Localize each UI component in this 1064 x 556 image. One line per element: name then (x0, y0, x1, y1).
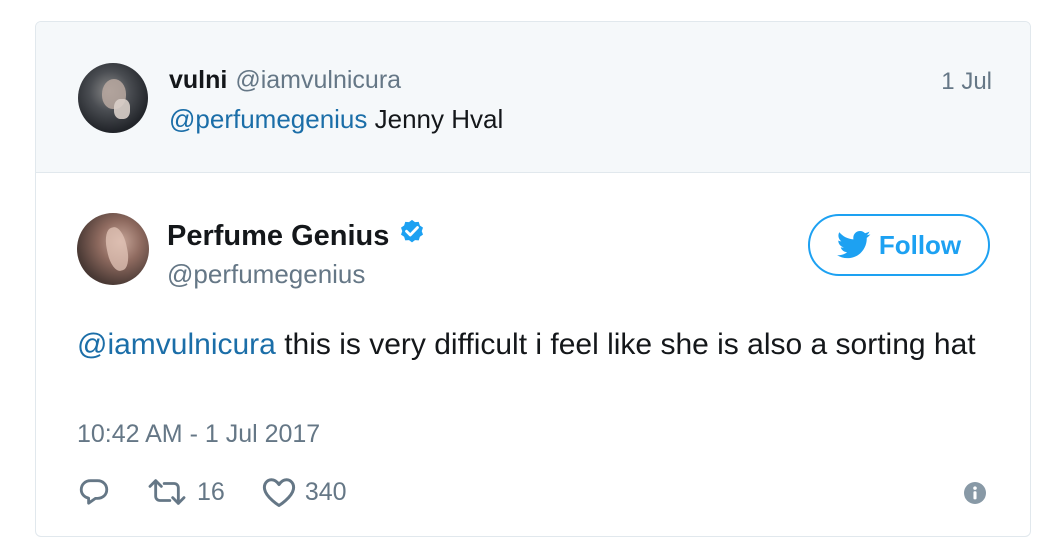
reply-icon (79, 479, 109, 505)
embedded-tweet-card: vulni @iamvulnicura 1 Jul @perfumegenius … (35, 21, 1031, 537)
like-button[interactable]: 340 (225, 475, 347, 509)
tweet-body: this is very difficult i feel like she i… (275, 328, 976, 361)
heart-icon (262, 478, 295, 507)
retweet-count: 16 (197, 477, 225, 506)
parent-tweet-text: @perfumegenius Jenny Hval (169, 104, 503, 135)
like-count: 340 (304, 477, 347, 506)
verified-badge-icon (401, 219, 424, 243)
follow-button[interactable]: Follow (808, 214, 990, 276)
follow-label: Follow (878, 229, 962, 260)
parent-tweet[interactable]: vulni @iamvulnicura 1 Jul @perfumegenius … (36, 22, 1030, 173)
parent-author[interactable]: vulni @iamvulnicura (169, 66, 401, 95)
info-icon[interactable] (964, 482, 986, 504)
parent-author-handle[interactable]: @iamvulnicura (235, 66, 401, 94)
tweet-actions: 16 340 (77, 472, 347, 512)
tweet-author-handle[interactable]: @perfumegenius (167, 259, 365, 290)
tweet-text: @iamvulnicura this is very difficult i f… (77, 324, 997, 366)
reply-button[interactable] (77, 475, 111, 509)
parent-mention-link[interactable]: @perfumegenius (169, 104, 367, 134)
retweet-button[interactable]: 16 (111, 475, 225, 509)
twitter-bird-icon (836, 230, 871, 259)
tweet-author-name[interactable]: Perfume Genius (167, 220, 389, 252)
parent-tweet-body: Jenny Hval (367, 104, 504, 134)
avatar-vulni[interactable] (78, 63, 148, 133)
tweet-mention-link[interactable]: @iamvulnicura (77, 328, 276, 361)
parent-author-name[interactable]: vulni (169, 66, 227, 94)
tweet-author[interactable]: Perfume Genius (167, 218, 427, 253)
retweet-icon (148, 479, 186, 505)
avatar-perfume-genius[interactable] (77, 213, 149, 285)
tweet-timestamp[interactable]: 10:42 AM - 1 Jul 2017 (77, 420, 320, 449)
parent-tweet-date[interactable]: 1 Jul (941, 68, 992, 96)
